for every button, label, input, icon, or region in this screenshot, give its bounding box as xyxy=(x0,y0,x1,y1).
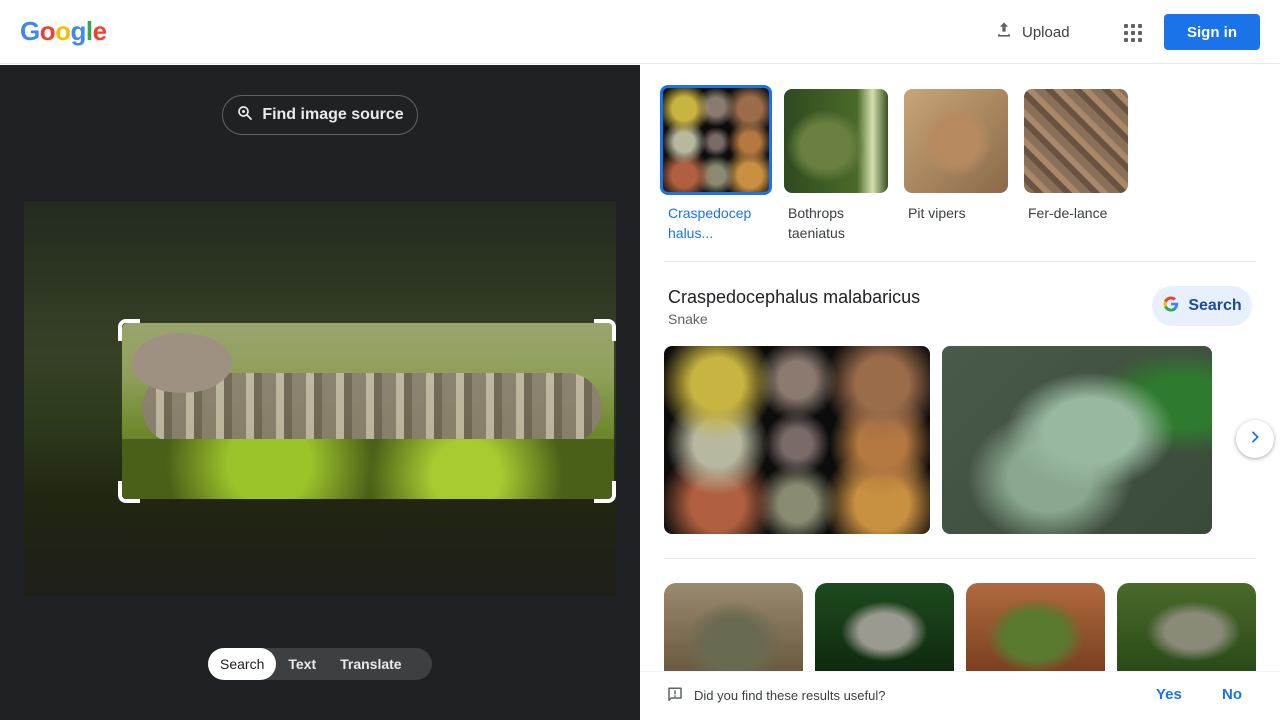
logo-letter: e xyxy=(92,16,107,46)
visual-match-image[interactable] xyxy=(664,583,803,671)
crop-handle-bottom-left[interactable] xyxy=(118,481,140,503)
visual-match-image[interactable] xyxy=(1117,583,1256,671)
chip-thumbnail xyxy=(660,85,772,195)
sign-in-button[interactable]: Sign in xyxy=(1164,14,1260,50)
crop-handle-top-right[interactable] xyxy=(594,319,616,341)
tab-search[interactable]: Search xyxy=(208,648,277,680)
chip-craspedocephalus[interactable]: Craspedocep halus... xyxy=(660,85,772,243)
related-chips: Craspedocep halus... Bothrops taeniatus … xyxy=(660,85,1132,243)
feedback-question: Did you find these results useful? xyxy=(694,688,886,703)
entity-title[interactable]: Craspedocephalus malabaricus xyxy=(668,287,920,308)
visual-match-image[interactable] xyxy=(815,583,954,671)
chip-label: Fer-de-lance xyxy=(1028,205,1108,221)
logo-letter: o xyxy=(55,16,71,46)
visual-match-image[interactable] xyxy=(966,583,1105,671)
crop-handle-top-left[interactable] xyxy=(118,319,140,341)
result-image[interactable] xyxy=(664,346,930,534)
snake-head-shape xyxy=(132,333,232,393)
find-image-source-label: Find image source xyxy=(262,106,404,123)
chevron-right-icon xyxy=(1247,429,1263,450)
moss-shape xyxy=(122,439,614,499)
tab-text[interactable]: Text xyxy=(276,648,328,680)
entity-search-button[interactable]: Search xyxy=(1152,286,1252,326)
result-image[interactable] xyxy=(942,346,1212,534)
mode-tabs: Search Text Translate xyxy=(208,648,432,680)
upload-label: Upload xyxy=(1022,23,1070,41)
entity-search-label: Search xyxy=(1188,297,1242,314)
google-g-icon xyxy=(1162,295,1180,318)
tab-translate[interactable]: Translate xyxy=(328,648,413,680)
feedback-no-button[interactable]: No xyxy=(1222,686,1242,703)
next-arrow-button[interactable] xyxy=(1236,420,1274,458)
entity-subtitle: Snake xyxy=(668,311,708,327)
crop-handle-bottom-right[interactable] xyxy=(594,481,616,503)
feedback-yes-button[interactable]: Yes xyxy=(1156,686,1182,703)
apps-grid-icon[interactable] xyxy=(1116,16,1148,48)
crop-selection-area[interactable] xyxy=(122,323,614,499)
query-image-pane: Find image source Search Text Translate xyxy=(0,65,640,720)
chip-label: Bothrops taeniatus xyxy=(788,205,845,241)
logo-letter: l xyxy=(85,16,93,46)
chip-bothrops[interactable]: Bothrops taeniatus xyxy=(784,89,892,243)
top-bar: Google Upload Sign in xyxy=(0,0,1280,64)
chip-label: Pit vipers xyxy=(908,205,966,221)
upload-icon xyxy=(994,20,1014,44)
chip-label: Craspedocep halus... xyxy=(668,205,752,241)
google-logo[interactable]: Google xyxy=(20,16,107,47)
divider xyxy=(664,261,1256,262)
lens-search-icon xyxy=(236,104,254,127)
find-image-source-button[interactable]: Find image source xyxy=(222,95,418,135)
logo-letter: g xyxy=(70,16,87,46)
divider xyxy=(664,558,1256,559)
feedback-icon xyxy=(666,686,684,709)
results-pane: Craspedocep halus... Bothrops taeniatus … xyxy=(640,65,1280,720)
logo-letter: o xyxy=(39,16,56,46)
feedback-bar: Did you find these results useful? Yes N… xyxy=(640,671,1280,720)
chip-thumbnail xyxy=(904,89,1008,193)
chip-thumbnail xyxy=(1024,89,1128,193)
chip-fer-de-lance[interactable]: Fer-de-lance xyxy=(1024,89,1132,243)
logo-letter: G xyxy=(20,16,40,46)
chip-thumbnail xyxy=(784,89,888,193)
query-image[interactable] xyxy=(24,201,616,596)
upload-button[interactable]: Upload xyxy=(984,14,1080,50)
chip-pit-vipers[interactable]: Pit vipers xyxy=(904,89,1012,243)
